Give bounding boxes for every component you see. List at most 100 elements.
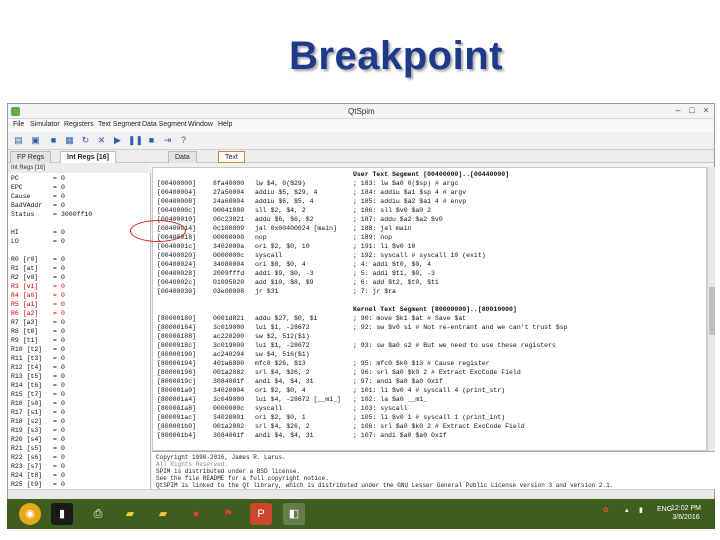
run-icon[interactable]: ▶ — [112, 135, 123, 146]
instruction-asm: jr $31 — [255, 288, 279, 295]
start-icon[interactable]: ◉ — [19, 503, 41, 525]
acrobat-icon[interactable]: ⚑ — [217, 503, 239, 525]
clear-registers-icon[interactable]: ✕ — [96, 135, 107, 146]
instruction-addr: [0040002c] — [157, 279, 197, 286]
instruction-code: ac220200 — [213, 333, 245, 340]
instruction-addr: [800001a8] — [157, 405, 197, 412]
single-step-icon[interactable]: ⇥ — [162, 135, 173, 146]
instruction-asm: andi $4, $4, 31 — [255, 378, 314, 385]
register-equals: = — [53, 175, 57, 182]
menu-file[interactable]: File — [13, 121, 24, 128]
register-name: R13 [t5] — [11, 373, 43, 380]
tray-app-icon[interactable]: ✿ — [603, 506, 609, 514]
tab-int-regs[interactable]: Int Regs [16] — [60, 151, 117, 163]
chrome-icon[interactable]: ● — [185, 503, 207, 525]
instruction-src: ; 101: li $v0 4 # syscall 4 (print_str) — [353, 387, 506, 394]
menu-help[interactable]: Help — [218, 121, 232, 128]
pause-icon[interactable]: ❚❚ — [128, 135, 143, 146]
folder-icon[interactable]: ▰ — [152, 503, 174, 525]
instruction-asm: ori $2, $0, 10 — [255, 243, 310, 250]
tray-language[interactable]: ENG — [657, 506, 672, 513]
register-value: 0 — [61, 373, 65, 380]
register-value: 0 — [61, 229, 65, 236]
window-title: QtSpim — [348, 107, 375, 116]
register-value: 0 — [61, 382, 65, 389]
reinitialize-icon[interactable]: ↻ — [80, 135, 91, 146]
register-equals: = — [53, 454, 57, 461]
register-value: 0 — [61, 175, 65, 182]
instruction-code: 0001d821 — [213, 315, 245, 322]
menu-window[interactable]: Window — [188, 121, 213, 128]
console-line: QtSPIM is linked to the Qt library, whic… — [156, 482, 614, 489]
instruction-src: ; 92: sw $v0 s1 # Not re-entrant and we … — [353, 324, 568, 331]
panel-tabs: FP Regs Int Regs [16] Data Text — [8, 150, 714, 163]
tab-data[interactable]: Data — [168, 151, 197, 163]
menu-text-segment[interactable]: Text Segment — [98, 121, 141, 128]
instruction-src: ; 188: jal main — [353, 225, 412, 232]
instruction-addr: [80000194] — [157, 360, 197, 367]
maximize-button[interactable]: □ — [686, 105, 698, 115]
console-line: All Rights Reserved. — [156, 461, 229, 468]
instruction-addr: [80000198] — [157, 369, 197, 376]
network-icon[interactable]: ▮ — [639, 506, 643, 514]
register-equals: = — [53, 436, 57, 443]
open-icon[interactable]: ▣ — [30, 135, 41, 146]
register-equals: = — [53, 283, 57, 290]
register-name: EPC — [11, 184, 23, 191]
folder-icon[interactable]: ▰ — [119, 503, 141, 525]
instruction-code: 8fa40000 — [213, 180, 245, 187]
tray-arrow-icon[interactable]: ▴ — [625, 506, 629, 514]
register-value: 0 — [61, 346, 65, 353]
register-value: 0 — [61, 274, 65, 281]
instruction-src: ; 103: syscall — [353, 405, 408, 412]
tab-text[interactable]: Text — [218, 151, 245, 163]
load-file-icon[interactable]: ▤ — [13, 135, 24, 146]
toolbar: ▤ ▣ ■ ▦ ↻ ✕ ▶ ❚❚ ■ ⇥ ? — [8, 132, 714, 150]
register-equals: = — [53, 481, 57, 488]
console-panel: Copyright 1990-2016, James R. Larus. All … — [152, 451, 715, 489]
instruction-code: 401a6800 — [213, 360, 245, 367]
scrollbar-thumb[interactable] — [709, 287, 715, 335]
instruction-addr: [00400000] — [157, 180, 197, 187]
menu-registers[interactable]: Registers — [64, 121, 94, 128]
register-equals: = — [53, 445, 57, 452]
print-icon[interactable]: ▦ — [64, 135, 75, 146]
register-value: 0 — [61, 472, 65, 479]
menu-data-segment[interactable]: Data Segment — [142, 121, 187, 128]
register-value: 0 — [61, 184, 65, 191]
instruction-src: ; 7: jr $ra — [353, 288, 396, 295]
qtspim-icon[interactable]: ◧ — [283, 503, 305, 525]
instruction-asm: lui $1, -28672 — [255, 324, 310, 331]
instruction-code: 3c019000 — [213, 342, 245, 349]
help-icon[interactable]: ? — [178, 135, 189, 146]
save-icon[interactable]: ■ — [48, 135, 59, 146]
register-name: R10 [t2] — [11, 346, 43, 353]
system-clock[interactable]: 12:02 PM 3/6/2016 — [671, 504, 701, 522]
stop-icon[interactable]: ■ — [146, 135, 157, 146]
menu-simulator[interactable]: Simulator — [30, 121, 60, 128]
register-equals: = — [53, 337, 57, 344]
minimize-button[interactable]: – — [672, 105, 684, 115]
register-value: 0 — [61, 328, 65, 335]
register-equals: = — [53, 418, 57, 425]
instruction-code: 001a2082 — [213, 369, 245, 376]
close-button[interactable]: × — [700, 105, 712, 115]
text-segment-scrollbar[interactable] — [707, 167, 715, 451]
instruction-asm: lui $4, -28672 [__m1_] — [255, 396, 341, 403]
explorer-icon[interactable]: ⎙ — [87, 503, 109, 525]
register-equals: = — [53, 391, 57, 398]
register-name: PC — [11, 175, 19, 182]
instruction-addr: [00400028] — [157, 270, 197, 277]
terminal-icon[interactable]: ▮ — [51, 503, 73, 525]
tab-fp-regs[interactable]: FP Regs — [10, 151, 52, 163]
instruction-src: ; 95: mfc0 $k0 $13 # Cause register — [353, 360, 490, 367]
instruction-src: ; 102: la $a0 __m1_ — [353, 396, 428, 403]
instruction-addr: [80000190] — [157, 351, 197, 358]
instruction-asm: addiu $6, $5, 4 — [255, 198, 314, 205]
powerpoint-icon[interactable]: P — [250, 503, 272, 525]
instruction-code: 03e00008 — [213, 288, 245, 295]
register-equals: = — [53, 355, 57, 362]
instruction-code: 001a2082 — [213, 423, 245, 430]
instruction-code: 3402000a — [213, 243, 245, 250]
register-name: R3 [v1] — [11, 283, 39, 290]
